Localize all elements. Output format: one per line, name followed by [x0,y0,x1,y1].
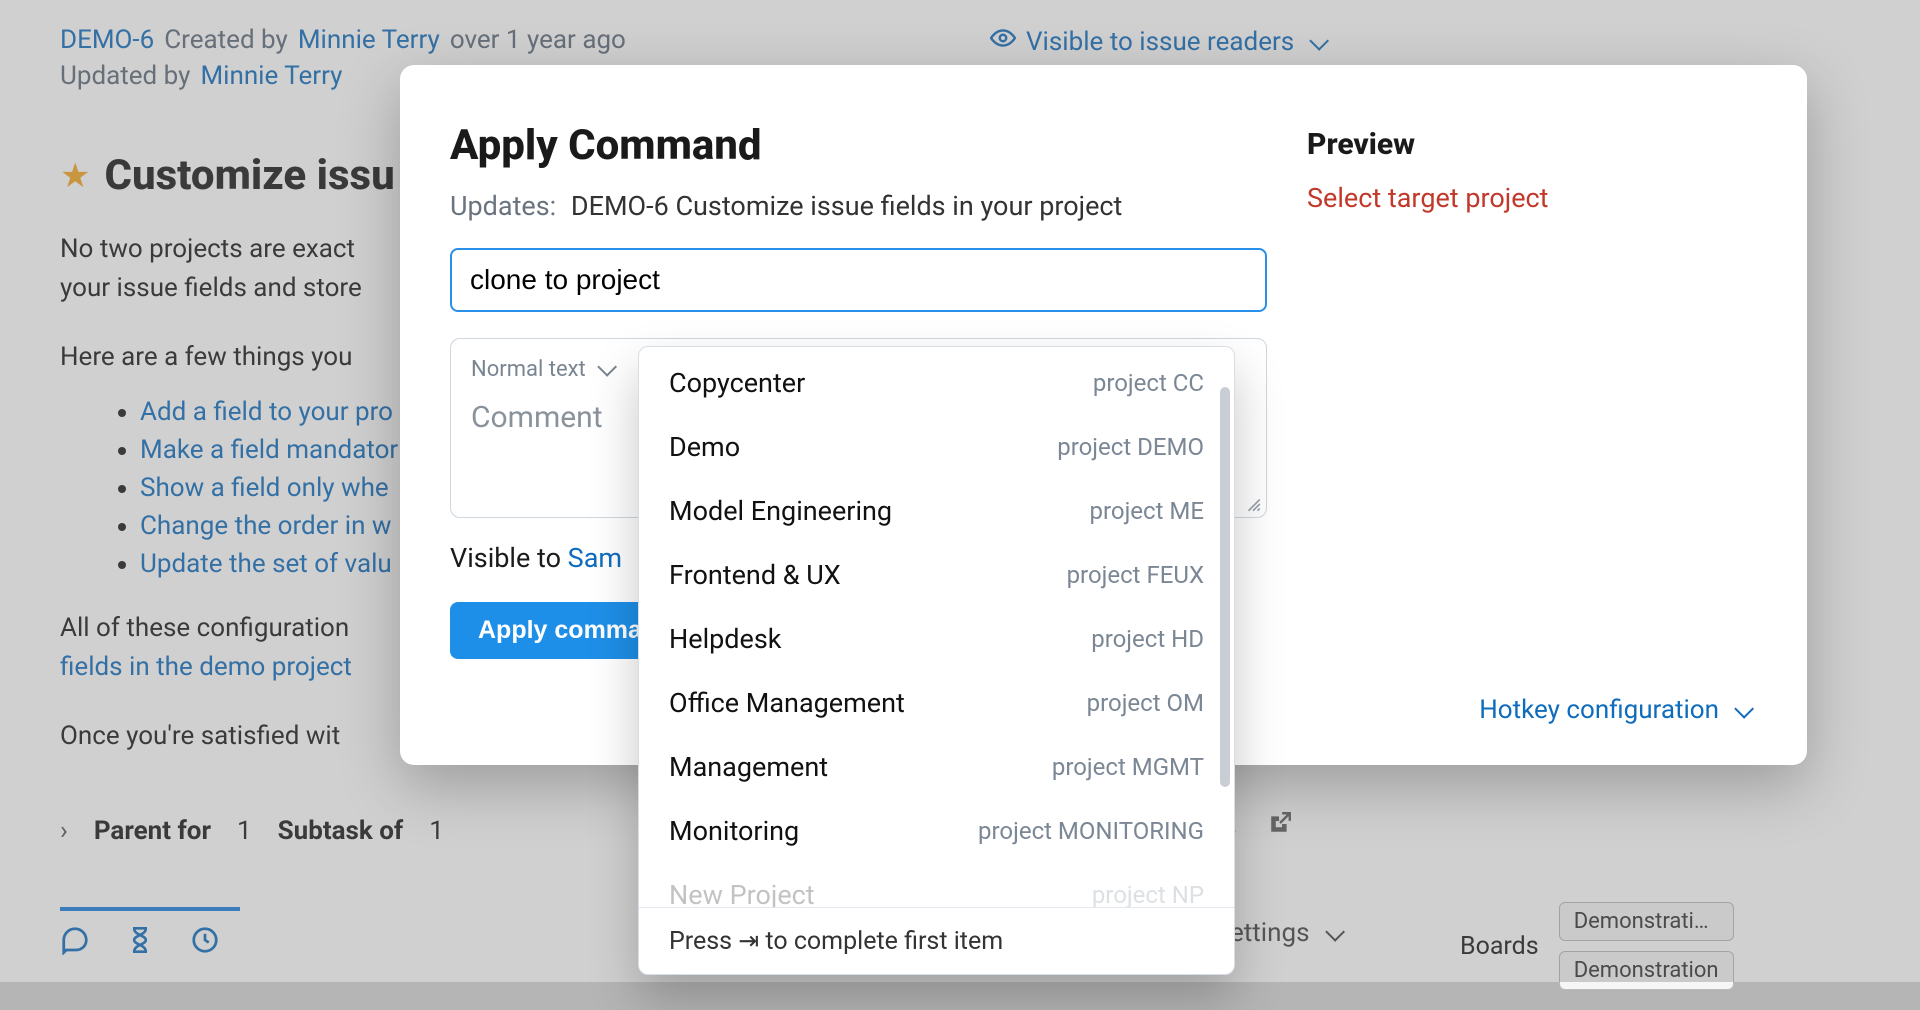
updated-by-link[interactable]: Minnie Terry [200,61,342,91]
board-pill[interactable]: Demonstrati… [1559,902,1734,941]
visibility-toggle[interactable]: Visible to issue readers [990,25,1324,58]
issue-tabs [60,907,240,962]
issue-title: Customize issu [104,151,394,200]
hourglass-icon[interactable] [126,926,154,961]
dialog-title: Apply Command [450,121,1267,170]
project-option[interactable]: Model Engineering project ME [639,479,1234,543]
updates-value: DEMO-6 Customize issue fields in your pr… [571,190,1122,222]
created-label: Created by [164,25,288,55]
settings-dropdown[interactable]: ettings [1230,918,1340,948]
history-icon[interactable] [190,925,220,962]
apply-command-button[interactable]: Apply comma [450,602,670,659]
chevron-down-icon [1320,918,1340,948]
hotkey-config-link[interactable]: Hotkey configuration [1479,695,1749,725]
updates-line: Updates: DEMO-6 Customize issue fields i… [450,190,1267,222]
boards-row: Boards Demonstrati… Demonstration [1460,902,1900,990]
project-option[interactable]: Management project MGMT [639,735,1234,799]
visible-to-value[interactable]: Sam [568,542,622,574]
star-icon[interactable]: ★ [60,156,90,196]
chevron-right-icon[interactable]: › [60,816,68,846]
external-link-icon[interactable] [1267,810,1293,843]
project-option[interactable]: Monitoring project MONITORING [639,799,1234,863]
chevron-down-icon [1304,27,1324,57]
project-option[interactable]: Copycenter project CC [639,351,1234,415]
boards-label: Boards [1460,932,1539,961]
eye-icon [990,25,1016,58]
parent-for-count: 1 [237,816,252,846]
comment-icon[interactable] [60,925,90,962]
preview-heading: Preview [1307,127,1757,162]
project-option[interactable]: Demo project DEMO [639,415,1234,479]
project-suggestions-dropdown: Copycenter project CC Demo project DEMO … [638,346,1235,975]
preview-message: Select target project [1307,182,1757,214]
updates-label: Updates: [450,190,556,222]
visibility-label: Visible to issue readers [1026,27,1294,57]
updated-label: Updated by [60,61,190,91]
parent-for-label: Parent for [94,816,211,846]
dropdown-hint: Press ⇥ to complete first item [639,907,1234,974]
created-by-link[interactable]: Minnie Terry [298,25,440,55]
board-pill[interactable]: Demonstration [1559,951,1734,990]
project-option[interactable]: Helpdesk project HD [639,607,1234,671]
subtask-of-count: 1 [429,816,444,846]
project-option[interactable]: Office Management project OM [639,671,1234,735]
visible-to-label: Visible to [450,542,561,574]
project-option[interactable]: Frontend & UX project FEUX [639,543,1234,607]
subtask-of-label: Subtask of [278,816,404,846]
chevron-down-icon [592,357,612,382]
project-option[interactable]: New Project project NP [639,863,1234,907]
created-ago: over 1 year ago [450,25,626,55]
command-input[interactable] [450,248,1267,312]
scrollbar-thumb[interactable] [1220,387,1230,787]
issue-id-link[interactable]: DEMO-6 [60,25,154,55]
resize-handle-icon[interactable] [1244,495,1262,513]
chevron-down-icon [1729,695,1749,725]
